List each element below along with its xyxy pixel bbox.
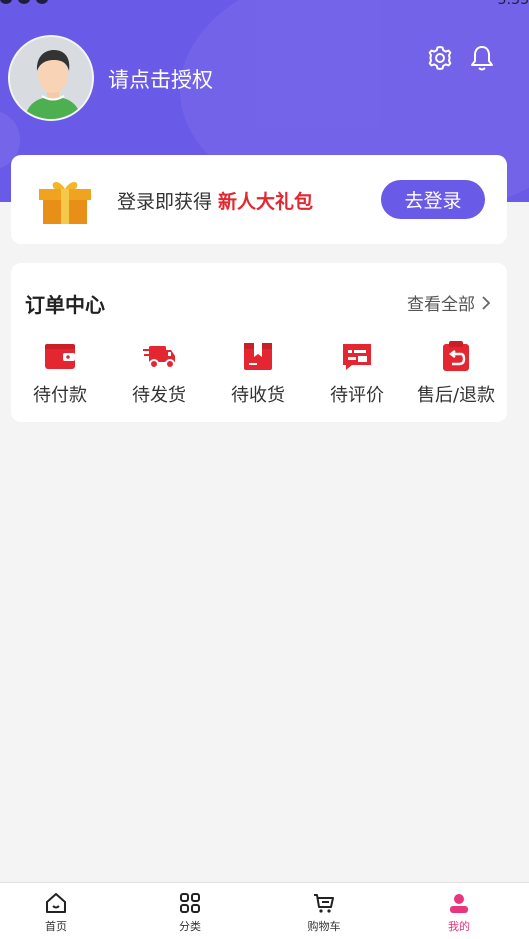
login-promo-highlight: 新人大礼包: [218, 191, 314, 213]
status-notification-icons: [0, 0, 48, 4]
order-after-sales-refund[interactable]: 售后/退款: [408, 339, 504, 407]
chevron-right-icon: [482, 295, 491, 310]
login-button[interactable]: 去登录: [381, 180, 485, 219]
order-center-title: 订单中心: [25, 293, 105, 317]
home-icon: [46, 893, 66, 913]
avatar[interactable]: [8, 35, 94, 121]
login-promo-text: 登录即获得 新人大礼包: [117, 187, 313, 214]
order-pending-payment[interactable]: 待付款: [12, 339, 108, 407]
view-all-label: 查看全部: [407, 295, 475, 315]
order-pending-review[interactable]: 待评价: [309, 339, 405, 407]
package-icon: [244, 343, 272, 370]
order-item-label: 售后/退款: [416, 385, 496, 406]
tab-category[interactable]: 分类: [150, 891, 230, 934]
notification-bell-icon[interactable]: [468, 44, 496, 72]
tab-mine[interactable]: 我的: [419, 891, 499, 934]
settings-gear-icon[interactable]: [426, 44, 454, 72]
profile-icon: [450, 894, 468, 913]
order-item-label: 待评价: [330, 385, 384, 406]
login-promo-prefix: 登录即获得: [117, 191, 213, 213]
wallet-icon: [45, 344, 75, 369]
gift-icon: [37, 177, 93, 225]
status-bar: 3:33: [0, 0, 529, 8]
avatar-illustration: [10, 37, 92, 119]
order-pending-shipment[interactable]: 待发货: [111, 339, 207, 407]
order-item-label: 待付款: [33, 385, 87, 406]
review-icon: [343, 344, 371, 370]
refund-icon: [443, 341, 469, 371]
status-time: 3:33: [497, 0, 529, 8]
tab-cart[interactable]: 购物车: [284, 891, 364, 934]
category-icon: [180, 893, 200, 913]
cart-icon: [314, 894, 334, 913]
auth-prompt[interactable]: 请点击授权: [108, 64, 213, 94]
truck-icon: [143, 346, 175, 369]
tab-home[interactable]: 首页: [16, 891, 96, 934]
tab-label: 购物车: [307, 920, 341, 933]
order-pending-receipt[interactable]: 待收货: [210, 339, 306, 407]
order-item-label: 待发货: [132, 385, 186, 406]
view-all-orders-link[interactable]: 查看全部: [407, 290, 491, 315]
order-status-row: 待付款 待发货 待收货 待评价 售后/退款: [11, 339, 507, 409]
tab-label: 我的: [448, 920, 470, 933]
tab-label: 分类: [179, 920, 201, 933]
bottom-tab-bar: 首页 分类 购物车 我的: [0, 882, 529, 939]
order-item-label: 待收货: [231, 385, 285, 406]
login-banner: 登录即获得 新人大礼包 去登录: [11, 155, 507, 244]
tab-label: 首页: [45, 920, 67, 933]
order-center-card: 订单中心 查看全部 待付款 待发货 待收货 待评价 售后/退款: [11, 263, 507, 422]
